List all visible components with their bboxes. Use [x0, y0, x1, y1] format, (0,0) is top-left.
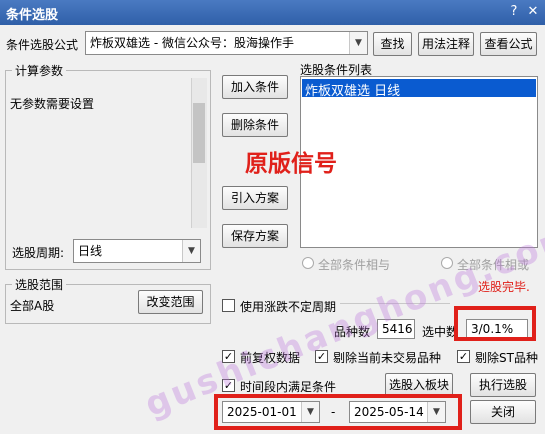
import-scheme-button[interactable]: 引入方案 — [222, 186, 288, 210]
unfixed-period-label: 使用涨跌不定周期 — [240, 300, 337, 314]
change-scope-button[interactable]: 改变范围 — [138, 290, 203, 314]
params-scrollbar[interactable] — [191, 78, 207, 228]
exclude-untraded-label: 剔除当前未交易品种 — [333, 351, 442, 365]
formula-select[interactable]: 炸板双雄选 - 微信公众号：股海操作手 ▼ — [85, 31, 368, 55]
scope-value: 全部A股 — [10, 299, 55, 313]
date-highlight-box — [214, 394, 462, 430]
save-scheme-button[interactable]: 保存方案 — [222, 224, 288, 248]
delete-condition-button[interactable]: 删除条件 — [222, 113, 288, 137]
list-item-label: 炸板双雄选 日线 — [305, 84, 401, 99]
chevron-down-icon[interactable]: ▼ — [182, 240, 200, 262]
overlay-signal-text: 原版信号 — [245, 151, 337, 177]
close-button[interactable]: 关闭 — [470, 400, 536, 424]
and-radio-label: 全部条件相与 — [318, 258, 391, 272]
find-button[interactable]: 查找 — [373, 32, 412, 56]
list-item[interactable]: 炸板双雄选 日线 — [302, 79, 536, 99]
close-icon[interactable]: ✕ — [526, 4, 540, 20]
unfixed-period-checkbox[interactable] — [222, 299, 235, 312]
view-formula-button[interactable]: 查看公式 — [480, 32, 537, 56]
scope-group-title: 选股范围 — [12, 276, 67, 293]
params-text: 无参数需要设置 — [10, 97, 95, 111]
params-scroll-thumb[interactable] — [193, 103, 205, 163]
and-radio[interactable] — [302, 257, 314, 269]
usage-note-button[interactable]: 用法注释 — [418, 32, 474, 56]
period-label: 选股周期: — [12, 246, 65, 260]
window-title: 条件选股 — [6, 8, 59, 23]
add-condition-button[interactable]: 加入条件 — [222, 75, 288, 99]
params-group-title: 计算参数 — [12, 62, 67, 79]
exclude-st-checkbox[interactable]: ✓ — [457, 350, 470, 363]
chevron-down-icon[interactable]: ▼ — [349, 32, 367, 54]
period-select-value: 日线 — [78, 244, 103, 258]
selected-highlight-box — [454, 306, 536, 341]
exclude-st-label: 剔除ST品种 — [475, 351, 538, 365]
execute-selection-button[interactable]: 执行选股 — [470, 373, 536, 397]
selected-label: 选中数 — [422, 325, 459, 339]
help-icon[interactable]: ? — [507, 4, 521, 20]
formula-label: 条件选股公式 — [6, 38, 79, 52]
period-select[interactable]: 日线 ▼ — [73, 239, 201, 263]
formula-select-value: 炸板双雄选 - 微信公众号：股海操作手 — [90, 36, 294, 50]
title-bar: 条件选股 ? ✕ — [0, 0, 545, 25]
